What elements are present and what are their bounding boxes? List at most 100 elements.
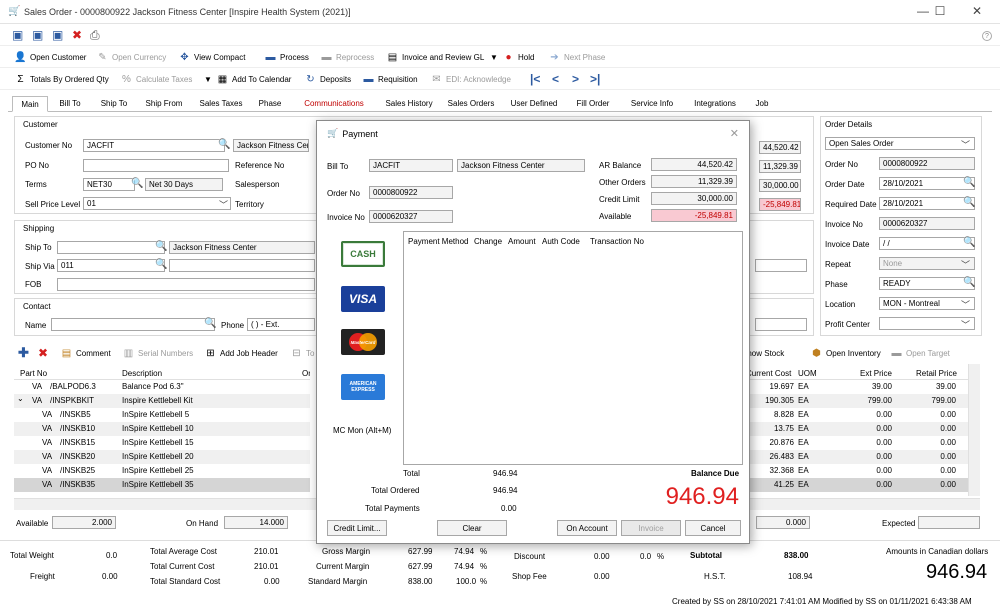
- expand-chevron-icon[interactable]: ⌄: [17, 394, 24, 403]
- required-date-field[interactable]: 28/10/2021: [879, 197, 975, 210]
- open-inventory-button[interactable]: ⬢ Open Inventory: [810, 345, 881, 361]
- cash-button[interactable]: CASH: [341, 241, 385, 267]
- phase-field[interactable]: READY: [879, 277, 975, 290]
- invoice-review-gl-button[interactable]: ▤ Invoice and Review GL: [386, 49, 485, 65]
- customer-search-icon[interactable]: 🔍: [218, 140, 230, 150]
- tab-fill-order[interactable]: Fill Order: [568, 96, 618, 112]
- table-row[interactable]: VA/INSKB5 InSpire Kettlebell 5: [14, 408, 310, 422]
- col-description[interactable]: Description: [122, 369, 162, 378]
- table-row-right[interactable]: 32.368 EA 0.00 0.00: [742, 464, 968, 478]
- table-row[interactable]: VA/INSKB25 InSpire Kettlebell 25: [14, 464, 310, 478]
- table-row[interactable]: VA/INSKB20 InSpire Kettlebell 20: [14, 450, 310, 464]
- mastercard-button[interactable]: MasterCard: [341, 329, 385, 355]
- open-customer-button[interactable]: 👤 Open Customer: [14, 49, 86, 65]
- totals-by-ordered-qty-button[interactable]: Σ Totals By Ordered Qty: [14, 71, 108, 87]
- contact-search-icon[interactable]: 🔍: [204, 319, 216, 329]
- col-ord[interactable]: Ord: [302, 369, 310, 378]
- contact-name-field[interactable]: [51, 318, 215, 331]
- deposits-button[interactable]: ↻ Deposits: [304, 71, 351, 87]
- next-phase-button[interactable]: ➔ Next Phase: [548, 49, 605, 65]
- table-row-right[interactable]: 8.828 EA 0.00 0.00: [742, 408, 968, 422]
- table-row-right[interactable]: 13.75 EA 0.00 0.00: [742, 422, 968, 436]
- ship-to-search-icon[interactable]: 🔍: [155, 242, 167, 252]
- col-part-no[interactable]: Part No: [20, 369, 47, 378]
- tab-integrations[interactable]: Integrations: [686, 96, 744, 112]
- table-row-right[interactable]: 26.483 EA 0.00 0.00: [742, 450, 968, 464]
- save-new-icon[interactable]: ▣: [32, 27, 43, 43]
- invoice-date-field[interactable]: / /: [879, 237, 975, 250]
- ship-via-extra-field[interactable]: [755, 259, 807, 272]
- process-button[interactable]: ▬ Process: [264, 49, 309, 65]
- next-record-icon[interactable]: >: [572, 71, 579, 87]
- first-record-icon[interactable]: |<: [530, 71, 540, 87]
- hold-dropdown-icon[interactable]: ▼: [490, 49, 498, 65]
- credit-limit-button[interactable]: Credit Limit...: [327, 520, 387, 536]
- reprocess-button[interactable]: ▬ Reprocess: [320, 49, 375, 65]
- tab-main[interactable]: Main: [12, 96, 48, 112]
- delete-line-icon[interactable]: ✖: [38, 345, 48, 361]
- tab-ship-from[interactable]: Ship From: [138, 96, 190, 112]
- col-retail-price[interactable]: Retail Price: [916, 369, 957, 378]
- add-line-icon[interactable]: ✚: [18, 345, 29, 361]
- phone-field[interactable]: ( ) - Ext.: [247, 318, 315, 331]
- calendar-search-icon[interactable]: 🔍: [963, 178, 975, 188]
- tab-bill-to[interactable]: Bill To: [50, 96, 90, 112]
- col-ext-price[interactable]: Ext Price: [860, 369, 892, 378]
- table-row-right[interactable]: 190.305 EA 799.00 799.00: [742, 394, 968, 408]
- col-uom[interactable]: UOM: [798, 369, 817, 378]
- col-auth-code[interactable]: Auth Code: [542, 237, 580, 246]
- tab-ship-to[interactable]: Ship To: [92, 96, 136, 112]
- tab-sales-taxes[interactable]: Sales Taxes: [194, 96, 248, 112]
- order-date-field[interactable]: 28/10/2021: [879, 177, 975, 190]
- phase-search-icon[interactable]: 🔍: [963, 278, 975, 288]
- view-compact-button[interactable]: ✥ View Compact: [178, 49, 245, 65]
- help-icon[interactable]: ?: [982, 31, 992, 41]
- fob-field[interactable]: [57, 278, 315, 291]
- ship-via-search-icon[interactable]: 🔍: [155, 260, 167, 270]
- invoice-button[interactable]: Invoice: [621, 520, 681, 536]
- edi-acknowledge-button[interactable]: ✉ EDI: Acknowledge: [430, 71, 511, 87]
- visa-button[interactable]: VISA: [341, 286, 385, 312]
- tab-user-defined[interactable]: User Defined: [504, 96, 564, 112]
- print-icon[interactable]: ⎙: [90, 27, 100, 43]
- amex-button[interactable]: AMERICAN EXPRESS: [341, 374, 385, 400]
- add-job-header-button[interactable]: ⊞ Add Job Header: [204, 345, 278, 361]
- terms-code-field[interactable]: NET30: [83, 178, 135, 191]
- payment-close-icon[interactable]: ✕: [730, 127, 739, 140]
- table-row[interactable]: VA/INSKB15 InSpire Kettlebell 15: [14, 436, 310, 450]
- table-row-right[interactable]: 19.697 EA 39.00 39.00: [742, 380, 968, 394]
- to-button[interactable]: ⊟ To: [290, 345, 314, 361]
- add-to-calendar-dropdown-icon[interactable]: ▼: [204, 71, 212, 87]
- clear-button[interactable]: Clear: [437, 520, 507, 536]
- col-change[interactable]: Change: [474, 237, 502, 246]
- col-transaction-no[interactable]: Transaction No: [590, 237, 644, 246]
- save-icon[interactable]: ▣: [12, 27, 23, 43]
- delete-icon[interactable]: ✖: [72, 27, 82, 43]
- last-record-icon[interactable]: >|: [590, 71, 600, 87]
- tab-phase[interactable]: Phase: [252, 96, 288, 112]
- table-row-right[interactable]: 20.876 EA 0.00 0.00: [742, 436, 968, 450]
- ship-to-field[interactable]: [57, 241, 165, 254]
- previous-record-icon[interactable]: <: [552, 71, 559, 87]
- table-row[interactable]: ⌄ VA/INSPKBKIT Inspire Kettlebell Kit: [14, 394, 310, 408]
- tab-communications[interactable]: Communications: [292, 96, 376, 112]
- table-row[interactable]: VA/INSKB10 InSpire Kettlebell 10: [14, 422, 310, 436]
- ship-via-field[interactable]: 011: [57, 259, 165, 272]
- tab-sales-history[interactable]: Sales History: [378, 96, 440, 112]
- tab-job[interactable]: Job: [748, 96, 776, 112]
- sell-price-level-select[interactable]: 01: [83, 197, 231, 210]
- calendar-search-icon[interactable]: 🔍: [963, 198, 975, 208]
- order-status-select[interactable]: Open Sales Order: [825, 137, 975, 150]
- table-row-right[interactable]: 41.25 EA 0.00 0.00: [742, 478, 968, 492]
- col-current-cost[interactable]: Current Cost: [746, 369, 791, 378]
- calculate-taxes-button[interactable]: % Calculate Taxes: [120, 71, 192, 87]
- calendar-search-icon[interactable]: 🔍: [963, 238, 975, 248]
- add-to-calendar-button[interactable]: ▦ Add To Calendar: [216, 71, 292, 87]
- serial-numbers-button[interactable]: ▥ Serial Numbers: [122, 345, 193, 361]
- hold-button[interactable]: ● Hold: [502, 49, 534, 65]
- terms-search-icon[interactable]: 🔍: [131, 179, 143, 189]
- open-target-button[interactable]: ▬ Open Target: [890, 345, 950, 361]
- col-payment-method[interactable]: Payment Method: [408, 237, 468, 246]
- ship-via-desc-field[interactable]: [169, 259, 315, 272]
- table-row[interactable]: VA/BALPOD6.3 Balance Pod 6.3": [14, 380, 310, 394]
